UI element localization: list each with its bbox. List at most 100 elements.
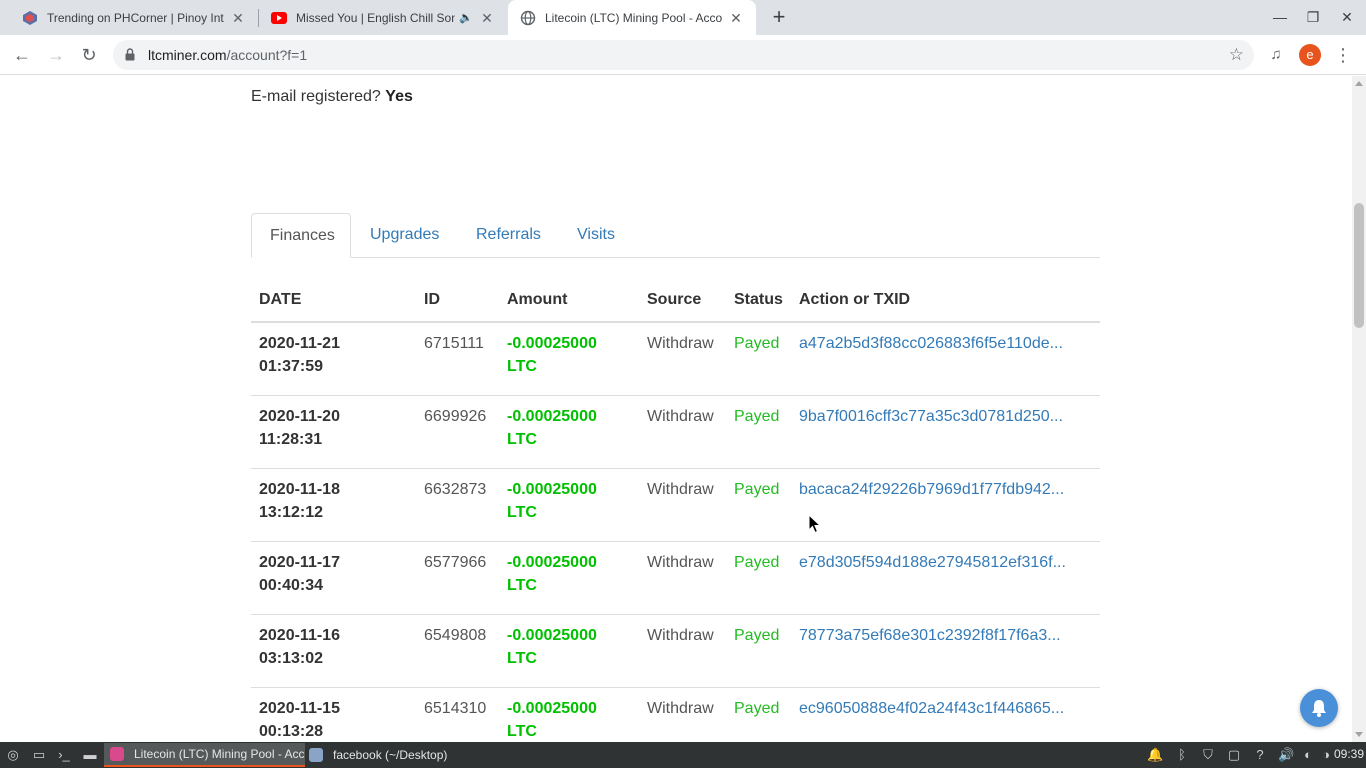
terminal-icon[interactable]: ›_ [56, 747, 72, 763]
cell-source: Withdraw [639, 395, 726, 469]
window-icon[interactable]: ▢ [1226, 747, 1242, 763]
close-icon[interactable]: ✕ [230, 10, 246, 26]
window-close-icon[interactable]: ✕ [1335, 6, 1359, 28]
header-txid: Action or TXID [791, 282, 1100, 323]
txid-link[interactable]: 78773a75ef68e301c2392f8f17f6a3... [791, 614, 1100, 688]
browser-tab-strip: Trending on PHCorner | Pinoy Inter ✕ Mis… [0, 0, 1366, 35]
cell-id: 6577966 [416, 541, 499, 615]
mouse-cursor-icon [808, 514, 821, 534]
phcorner-icon [22, 10, 38, 26]
volume-icon[interactable]: 🔊 [1278, 747, 1294, 763]
minimize-icon[interactable]: — [1268, 6, 1292, 28]
menu-kebab-icon[interactable]: ⋮ [1331, 43, 1355, 67]
browser-toolbar: ← → ↻ ltcminer.com/account?f=1 ☆ ♫ e ⋮ [0, 35, 1366, 75]
bell-icon [1312, 700, 1326, 717]
page-content: E-mail registered? Yes Finances Upgrades… [0, 76, 1352, 742]
page-scrollbar[interactable] [1352, 76, 1366, 742]
cell-amount: -0.00025000 LTC [499, 614, 639, 688]
clock[interactable]: 09:39 [1334, 747, 1364, 761]
tab-title: Litecoin (LTC) Mining Pool - Accoun [545, 10, 722, 25]
table-header-row: DATE ID Amount Source Status Action or T… [251, 282, 1100, 323]
new-tab-button[interactable]: + [768, 6, 790, 28]
os-menu-icon[interactable]: ◎ [5, 747, 21, 763]
cell-amount: -0.00025000 LTC [499, 541, 639, 615]
avatar[interactable]: e [1299, 44, 1321, 66]
scroll-up-arrow-icon[interactable] [1355, 81, 1363, 86]
address-bar[interactable]: ltcminer.com/account?f=1 ☆ [113, 40, 1254, 70]
maximize-icon[interactable]: ❐ [1301, 6, 1325, 28]
cell-status: Payed [726, 468, 791, 542]
scrollbar-thumb[interactable] [1354, 203, 1364, 328]
tab-referrals[interactable]: Referrals [458, 213, 559, 258]
back-arrow-icon[interactable]: ← [10, 43, 34, 67]
cell-status: Payed [726, 687, 791, 742]
header-date: DATE [251, 282, 416, 323]
tab-finances[interactable]: Finances [251, 213, 351, 258]
show-desktop-icon[interactable]: ▭ [31, 747, 47, 763]
cell-id: 6632873 [416, 468, 499, 542]
url-text: ltcminer.com/account?f=1 [148, 47, 307, 63]
reload-icon[interactable]: ↻ [77, 43, 101, 67]
cell-date: 2020-11-17 00:40:34 [251, 541, 416, 615]
cell-date: 2020-11-21 01:37:59 [251, 322, 416, 396]
cell-amount: -0.00025000 LTC [499, 687, 639, 742]
tab-visits[interactable]: Visits [559, 213, 633, 258]
cell-date: 2020-11-15 00:13:28 [251, 687, 416, 742]
lock-icon [125, 48, 135, 61]
header-amount: Amount [499, 282, 639, 323]
os-taskbar: ◎ ▭ ›_ ▬ Litecoin (LTC) Mining Pool - Ac… [0, 742, 1366, 768]
taskbar-task-browser[interactable]: Litecoin (LTC) Mining Pool - Acc... [104, 743, 305, 767]
table-row: 2020-11-17 00:40:34 6577966 -0.00025000 LT… [251, 541, 1100, 615]
task-label: facebook (~/Desktop) [333, 748, 448, 762]
close-icon[interactable]: ✕ [728, 10, 744, 26]
cell-source: Withdraw [639, 541, 726, 615]
user-status-icon[interactable]: ◑ [1318, 747, 1334, 763]
file-manager-icon[interactable]: ▬ [82, 747, 98, 763]
speaker-icon[interactable]: 🔈 [459, 11, 473, 24]
table-row: 2020-11-15 00:13:28 6514310 -0.00025000 LT… [251, 687, 1100, 742]
bookmark-star-icon[interactable]: ☆ [1229, 45, 1244, 65]
close-icon[interactable]: ✕ [479, 10, 495, 26]
txid-link[interactable]: e78d305f594d188e27945812ef316f... [791, 541, 1100, 615]
youtube-icon [271, 10, 287, 26]
cell-source: Withdraw [639, 322, 726, 396]
forward-arrow-icon[interactable]: → [44, 43, 68, 67]
scroll-down-arrow-icon[interactable] [1355, 732, 1363, 737]
shield-icon[interactable]: ⛉ [1200, 747, 1216, 763]
url-path: /account?f=1 [226, 47, 308, 63]
cell-id: 6699926 [416, 395, 499, 469]
txid-link[interactable]: a47a2b5d3f88cc026883f6f5e110de... [791, 322, 1100, 396]
cell-status: Payed [726, 614, 791, 688]
tab-title: Trending on PHCorner | Pinoy Inter [47, 10, 224, 25]
browser-tab-youtube[interactable]: Missed You | English Chill Song 🔈 ✕ [259, 0, 507, 35]
email-registered-line: E-mail registered? Yes [251, 88, 413, 106]
header-id: ID [416, 282, 499, 323]
notification-bell-button[interactable] [1300, 689, 1338, 727]
tab-upgrades[interactable]: Upgrades [352, 213, 457, 258]
cell-amount: -0.00025000 LTC [499, 395, 639, 469]
cell-status: Payed [726, 395, 791, 469]
taskbar-task-folder[interactable]: facebook (~/Desktop) [303, 743, 473, 767]
txid-link[interactable]: bacaca24f29226b7969d1f77fdb942... [791, 468, 1100, 542]
cell-date: 2020-11-16 03:13:02 [251, 614, 416, 688]
txid-link[interactable]: 9ba7f0016cff3c77a35c3d0781d250... [791, 395, 1100, 469]
email-value: Yes [385, 88, 413, 105]
account-tabs: Finances Upgrades Referrals Visits [251, 213, 1100, 258]
cell-date: 2020-11-18 13:12:12 [251, 468, 416, 542]
browser-tab-phcorner[interactable]: Trending on PHCorner | Pinoy Inter ✕ [0, 0, 258, 35]
cell-source: Withdraw [639, 468, 726, 542]
notification-icon[interactable]: 🔔 [1147, 747, 1163, 763]
cell-id: 6549808 [416, 614, 499, 688]
browser-tab-ltcminer[interactable]: Litecoin (LTC) Mining Pool - Accoun ✕ [508, 0, 756, 35]
table-row: 2020-11-18 13:12:12 6632873 -0.00025000 LT… [251, 468, 1100, 542]
bluetooth-icon[interactable]: ᛒ [1174, 747, 1190, 763]
help-icon[interactable]: ? [1252, 747, 1268, 763]
table-row: 2020-11-21 01:37:59 6715111 -0.00025000 LT… [251, 322, 1100, 396]
media-control-icon[interactable]: ♫ [1264, 43, 1288, 67]
table-row: 2020-11-20 11:28:31 6699926 -0.00025000 LT… [251, 395, 1100, 469]
folder-icon [309, 748, 323, 762]
txid-link[interactable]: ec96050888e4f02a24f43c1f446865... [791, 687, 1100, 742]
cell-id: 6514310 [416, 687, 499, 742]
network-icon[interactable]: ◐ [1300, 747, 1316, 763]
cell-id: 6715111 [416, 322, 499, 396]
